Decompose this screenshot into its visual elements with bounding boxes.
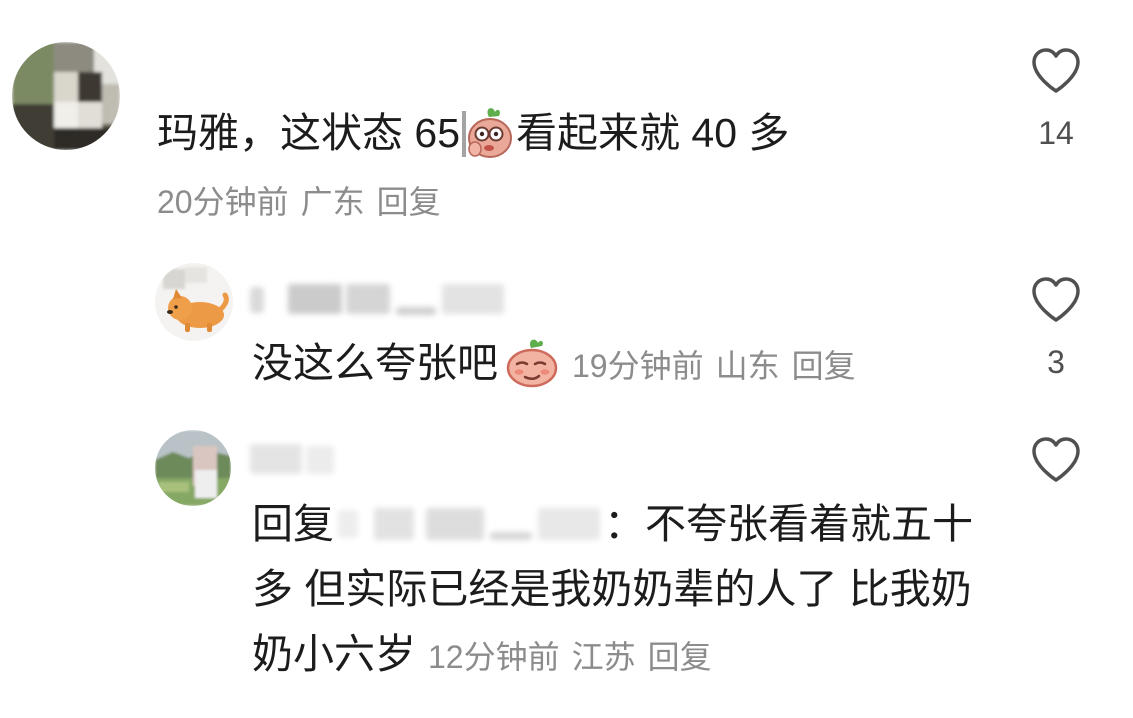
heart-outline-icon xyxy=(1032,48,1080,93)
username[interactable] xyxy=(250,440,340,476)
reply-body[interactable]: 回复 ：不夸张看着就五十多 但实际已经是我奶奶辈的人了 比我奶奶小六岁 12分钟前江… xyxy=(252,492,982,690)
like-count: 3 xyxy=(1047,344,1065,380)
reply-button[interactable]: 回复 xyxy=(792,348,856,384)
location: 江苏 xyxy=(571,639,636,675)
username[interactable] xyxy=(250,281,508,317)
avatar[interactable] xyxy=(12,42,120,150)
reply-button[interactable]: 回复 xyxy=(377,184,441,220)
peach-smirk-sticker-icon xyxy=(504,336,560,388)
reply-button[interactable]: 回复 xyxy=(648,639,712,675)
comment-body[interactable]: 玛雅，这状态 65 看起来就 40 多 xyxy=(157,108,790,159)
comment-text: 没这么夸张吧 xyxy=(252,340,498,386)
heart-outline-icon xyxy=(1032,437,1080,482)
comment-text: 看起来就 40 多 xyxy=(516,110,790,156)
comment-meta: 20分钟前 广东 回复 xyxy=(157,182,441,222)
reply-body[interactable]: 没这么夸张吧 19分钟前 山东 回复 xyxy=(252,339,856,390)
heart-outline-icon xyxy=(1032,277,1080,322)
avatar[interactable] xyxy=(155,263,233,341)
like-button[interactable] xyxy=(1030,436,1082,484)
reply-meta: 19分钟前 山东 回复 xyxy=(572,348,856,384)
reply-meta: 12分钟前 江苏 回复 xyxy=(428,639,712,675)
like-count: 14 xyxy=(1038,115,1074,151)
peach-covering-face-sticker-icon xyxy=(460,105,516,159)
reply-prefix: 回复 xyxy=(252,501,334,547)
separator: ： xyxy=(604,501,645,547)
location: 广东 xyxy=(300,184,365,220)
location: 山东 xyxy=(715,348,780,384)
like-button[interactable] xyxy=(1030,47,1082,95)
mentioned-username[interactable] xyxy=(334,504,604,544)
avatar[interactable] xyxy=(155,430,231,506)
timestamp: 19分钟前 xyxy=(572,348,704,384)
timestamp: 20分钟前 xyxy=(157,184,289,220)
like-button[interactable] xyxy=(1030,276,1082,324)
comment-text: 玛雅，这状态 65 xyxy=(157,110,460,156)
timestamp: 12分钟前 xyxy=(428,639,560,675)
